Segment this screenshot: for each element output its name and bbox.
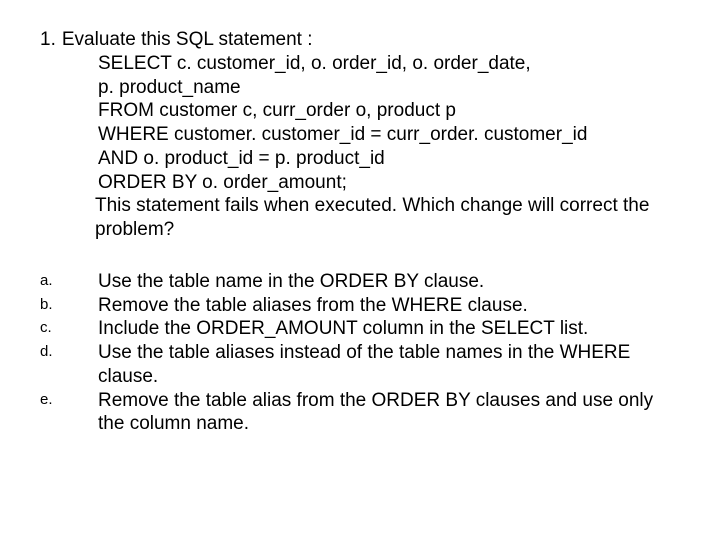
question-header: 1. Evaluate this SQL statement : [40, 28, 680, 52]
option-d: d. Use the table aliases instead of the … [40, 341, 680, 389]
option-a: a. Use the table name in the ORDER BY cl… [40, 270, 680, 294]
question-followup: This statement fails when executed. Whic… [40, 194, 680, 242]
option-letter: d. [40, 341, 98, 362]
sql-line-2: p. product_name [40, 76, 680, 100]
option-text: Use the table aliases instead of the tab… [98, 341, 680, 389]
option-letter: b. [40, 294, 98, 315]
sql-line-4: WHERE customer. customer_id = curr_order… [40, 123, 680, 147]
option-text: Use the table name in the ORDER BY claus… [98, 270, 680, 294]
option-c: c. Include the ORDER_AMOUNT column in th… [40, 317, 680, 341]
option-text: Include the ORDER_AMOUNT column in the S… [98, 317, 680, 341]
options-list: a. Use the table name in the ORDER BY cl… [40, 270, 680, 436]
sql-line-3: FROM customer c, curr_order o, product p [40, 99, 680, 123]
option-letter: a. [40, 270, 98, 291]
question-number: 1. [40, 28, 56, 52]
question-intro: Evaluate this SQL statement : [56, 28, 313, 52]
option-text: Remove the table alias from the ORDER BY… [98, 389, 680, 437]
slide: 1. Evaluate this SQL statement : SELECT … [0, 0, 720, 540]
question-block: 1. Evaluate this SQL statement : SELECT … [40, 28, 680, 242]
option-e: e. Remove the table alias from the ORDER… [40, 389, 680, 437]
sql-line-5: AND o. product_id = p. product_id [40, 147, 680, 171]
option-text: Remove the table aliases from the WHERE … [98, 294, 680, 318]
sql-line-6: ORDER BY o. order_amount; [40, 171, 680, 195]
option-letter: c. [40, 317, 98, 338]
option-b: b. Remove the table aliases from the WHE… [40, 294, 680, 318]
option-letter: e. [40, 389, 98, 410]
sql-line-1: SELECT c. customer_id, o. order_id, o. o… [40, 52, 680, 76]
